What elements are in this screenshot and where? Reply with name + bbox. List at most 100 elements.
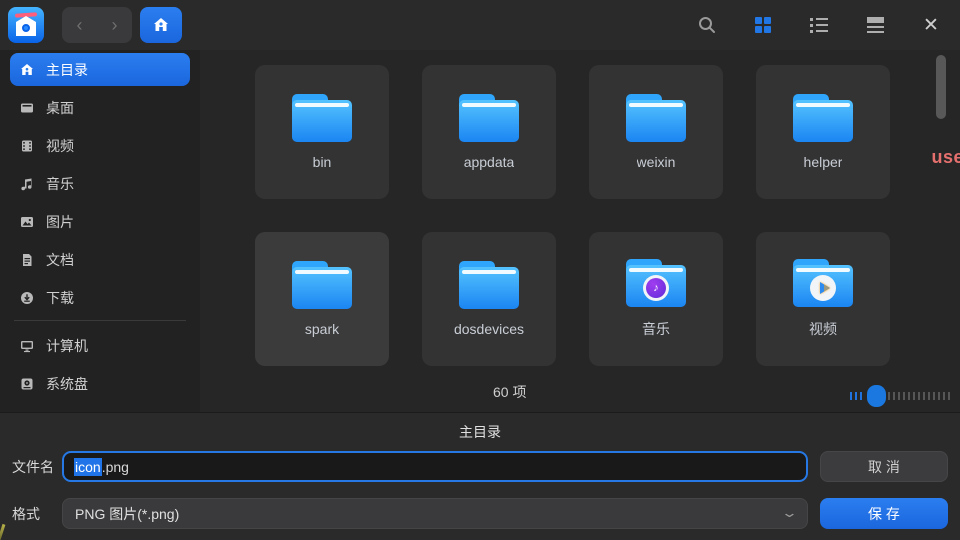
- file-save-dialog-window: ‹ ›: [0, 0, 960, 540]
- folder-name: dosdevices: [454, 321, 524, 337]
- sidebar-item-volume[interactable]: 157.9 GB 卷: [10, 405, 190, 412]
- sidebar-item-label: 计算机: [46, 336, 88, 356]
- folder-tile-videos[interactable]: 视频: [756, 232, 890, 366]
- cancel-button[interactable]: 取 消: [820, 451, 948, 482]
- sidebar-item-label: 文档: [46, 250, 74, 270]
- format-value: PNG 图片(*.png): [75, 504, 179, 524]
- nav-button-group: ‹ ›: [62, 7, 132, 43]
- format-label: 格式: [12, 504, 62, 524]
- home-icon: [20, 63, 34, 77]
- grid-view-button[interactable]: [752, 14, 774, 36]
- sidebar-item-label: 主目录: [46, 60, 88, 80]
- format-dropdown[interactable]: PNG 图片(*.png) ⌄: [62, 498, 808, 529]
- file-view: bin appdata weixin helper spark: [200, 50, 960, 412]
- sidebar-item-label: 音乐: [46, 174, 74, 194]
- filename-label: 文件名: [12, 457, 62, 477]
- folder-name: weixin: [637, 154, 676, 170]
- film-icon: [20, 139, 34, 153]
- folder-tile-music[interactable]: ♪ 音乐: [589, 232, 723, 366]
- folder-icon: [793, 94, 853, 142]
- slider-handle[interactable]: [867, 385, 886, 407]
- sidebar-item-label: 桌面: [46, 98, 74, 118]
- music-emblem-icon: ♪: [643, 275, 669, 301]
- folder-name: bin: [313, 154, 332, 170]
- sidebar-item-label: 下载: [46, 288, 74, 308]
- browser-body: 主目录 桌面 视频 音乐 图片 文档: [0, 50, 960, 412]
- folder-icon: [459, 261, 519, 309]
- forward-button[interactable]: ›: [112, 16, 118, 34]
- home-button[interactable]: [140, 7, 182, 43]
- sidebar-item-label: 系统盘: [46, 374, 88, 394]
- folder-name: 音乐: [642, 319, 670, 339]
- grid-view-icon: [755, 17, 771, 33]
- download-icon: [20, 291, 34, 305]
- list-view-button[interactable]: [808, 14, 830, 36]
- folder-tile-spark[interactable]: spark: [255, 232, 389, 366]
- save-button[interactable]: 保 存: [820, 498, 948, 529]
- folder-icon: [292, 94, 352, 142]
- video-folder-icon: [793, 259, 853, 307]
- folder-icon: [626, 94, 686, 142]
- sidebar-item-home[interactable]: 主目录: [10, 53, 190, 86]
- sidebar: 主目录 桌面 视频 音乐 图片 文档: [0, 50, 200, 412]
- chevron-down-icon: ⌄: [781, 505, 798, 521]
- list-view-icon: [810, 18, 828, 33]
- sidebar-item-computer[interactable]: 计算机: [10, 329, 190, 362]
- item-count: 60 项: [493, 382, 526, 402]
- sidebar-item-desktop[interactable]: 桌面: [10, 91, 190, 124]
- folder-name: appdata: [464, 154, 515, 170]
- music-icon: [20, 177, 34, 191]
- search-icon: [697, 15, 717, 35]
- filename-selected-text: icon: [74, 458, 102, 476]
- save-panel: 主目录 文件名 icon.png 取 消 格式 PNG 图片(*.png) ⌄ …: [0, 412, 960, 540]
- icon-size-slider[interactable]: [850, 385, 952, 407]
- sidebar-item-videos[interactable]: 视频: [10, 129, 190, 162]
- vertical-scrollbar[interactable]: [936, 55, 946, 119]
- document-icon: [20, 253, 34, 267]
- back-button[interactable]: ‹: [77, 16, 83, 34]
- close-button[interactable]: ✕: [920, 14, 942, 36]
- app-icon-dot: [22, 24, 30, 32]
- music-folder-icon: ♪: [626, 259, 686, 307]
- sidebar-item-label: 图片: [46, 212, 74, 232]
- detail-view-icon: [867, 17, 884, 33]
- folder-tile-helper[interactable]: helper: [756, 65, 890, 199]
- folder-tile-dosdevices[interactable]: dosdevices: [422, 232, 556, 366]
- computer-icon: [20, 339, 34, 353]
- filename-extension-text: .png: [102, 459, 129, 475]
- titlebar: ‹ ›: [0, 0, 960, 50]
- sidebar-item-system-disk[interactable]: 系统盘: [10, 367, 190, 400]
- sidebar-item-documents[interactable]: 文档: [10, 243, 190, 276]
- desktop-icon: [20, 101, 34, 115]
- folder-name: spark: [305, 321, 339, 337]
- folder-tile-appdata[interactable]: appdata: [422, 65, 556, 199]
- partial-overlay-text: use: [931, 147, 960, 168]
- video-emblem-icon: [810, 275, 836, 301]
- current-location-title: 主目录: [12, 422, 948, 442]
- sidebar-item-label: 视频: [46, 136, 74, 156]
- file-manager-app-icon: [8, 7, 44, 43]
- home-icon: [152, 16, 170, 34]
- sidebar-item-music[interactable]: 音乐: [10, 167, 190, 200]
- disk-icon: [20, 377, 34, 391]
- status-bar: 60 项: [200, 372, 960, 412]
- search-button[interactable]: [696, 14, 718, 36]
- image-icon: [20, 215, 34, 229]
- filename-input[interactable]: icon.png: [62, 451, 808, 482]
- sidebar-item-downloads[interactable]: 下载: [10, 281, 190, 314]
- detail-view-button[interactable]: [864, 14, 886, 36]
- folder-icon: [292, 261, 352, 309]
- folder-tile-bin[interactable]: bin: [255, 65, 389, 199]
- folder-grid: bin appdata weixin helper spark: [255, 65, 890, 366]
- sidebar-divider: [14, 320, 186, 321]
- folder-name: 视频: [809, 319, 837, 339]
- folder-name: helper: [804, 154, 843, 170]
- folder-icon: [459, 94, 519, 142]
- slider-ticks-empty: [888, 392, 952, 400]
- folder-tile-weixin[interactable]: weixin: [589, 65, 723, 199]
- format-row: 格式 PNG 图片(*.png) ⌄ 保 存: [12, 498, 948, 529]
- sidebar-item-pictures[interactable]: 图片: [10, 205, 190, 238]
- titlebar-actions: ✕: [696, 14, 948, 36]
- slider-ticks-filled: [850, 392, 865, 400]
- close-icon: ✕: [923, 16, 939, 35]
